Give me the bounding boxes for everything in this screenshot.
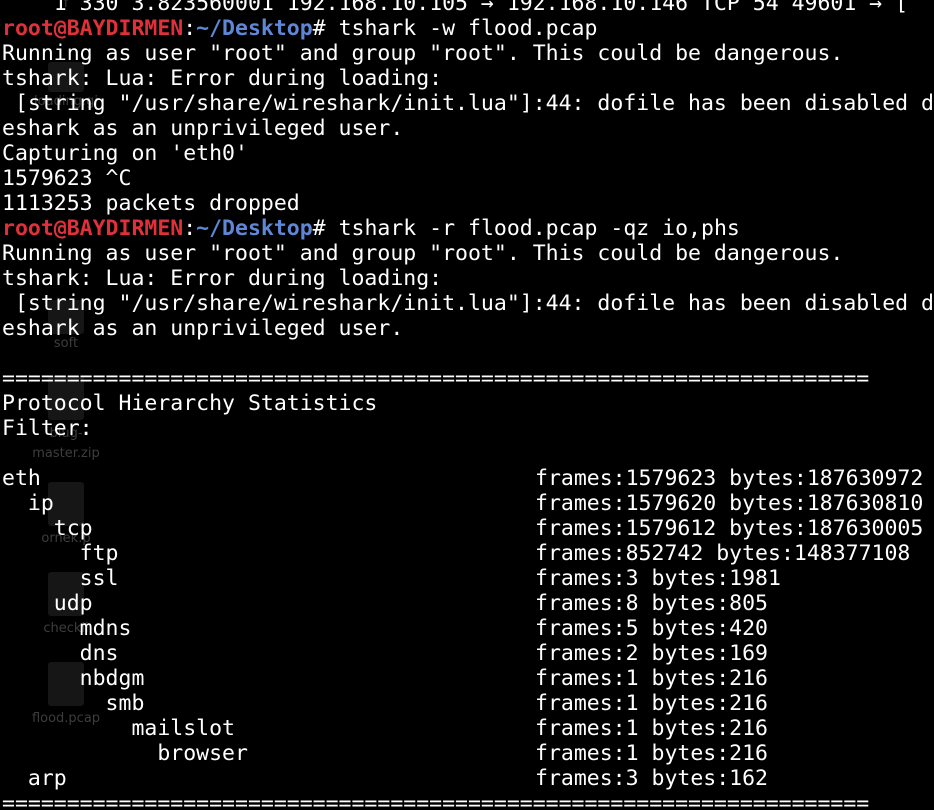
output-line: [string "/usr/share/wireshark/init.lua"]…	[2, 91, 934, 116]
protocol-name: ftp	[2, 541, 119, 566]
protocol-row: arp frames:3 bytes:162	[2, 766, 934, 791]
protocol-name: ssl	[2, 566, 119, 591]
protocol-row: ip frames:1579620 bytes:187630810	[2, 491, 934, 516]
protocol-name: udp	[2, 591, 93, 616]
protocol-stats: frames:3 bytes:1981	[535, 566, 781, 591]
protocol-stats: frames:1579620 bytes:187630810	[535, 491, 924, 516]
protocol-stats: frames:5 bytes:420	[535, 616, 768, 641]
protocol-name: nbdgm	[2, 666, 145, 691]
prompt-user-host: root@BAYDIRMEN	[2, 216, 184, 241]
protocol-row: smb frames:1 bytes:216	[2, 691, 934, 716]
protocol-name: mailslot	[2, 716, 235, 741]
protocol-row: tcp frames:1579612 bytes:187630005	[2, 516, 934, 541]
output-line: 1113253 packets dropped	[2, 191, 300, 216]
phs-filter: Filter:	[2, 416, 93, 441]
terminal-window[interactable]: f loading.gi soft blug- master.zip ornek…	[0, 0, 934, 810]
command-text: tshark -w flood.pcap	[338, 16, 598, 41]
protocol-row: udp frames:8 bytes:805	[2, 591, 934, 616]
protocol-row: nbdgm frames:1 bytes:216	[2, 666, 934, 691]
protocol-hierarchy-table: eth frames:1579623 bytes:187630972 ip fram…	[2, 466, 934, 791]
output-line: Running as user "root" and group "root".…	[2, 241, 844, 266]
output-line: [string "/usr/share/wireshark/init.lua"]…	[2, 291, 934, 316]
protocol-name: mdns	[2, 616, 132, 641]
protocol-name: eth	[2, 466, 41, 491]
protocol-row: mailslot frames:1 bytes:216	[2, 716, 934, 741]
prompt-path: ~/Desktop	[196, 16, 313, 41]
protocol-row: ftp frames:852742 bytes:148377108	[2, 541, 934, 566]
protocol-stats: frames:8 bytes:805	[535, 591, 768, 616]
protocol-stats: frames:1579612 bytes:187630005	[535, 516, 924, 541]
terminal-output: 1 330 3.823560001 192.168.10.105 → 192.1…	[2, 0, 934, 810]
output-line: Capturing on 'eth0'	[2, 141, 248, 166]
protocol-stats: frames:852742 bytes:148377108	[535, 541, 911, 566]
prompt-user-host: root@BAYDIRMEN	[2, 16, 184, 41]
protocol-stats: frames:1 bytes:216	[535, 716, 768, 741]
prompt-symbol: #	[312, 16, 339, 41]
output-line: 1 330 3.823560001 192.168.10.105 → 192.1…	[2, 0, 909, 16]
protocol-row: dns frames:2 bytes:169	[2, 641, 934, 666]
protocol-name: smb	[2, 691, 145, 716]
protocol-stats: frames:1579623 bytes:187630972	[535, 466, 924, 491]
protocol-stats: frames:1 bytes:216	[535, 666, 768, 691]
protocol-row: ssl frames:3 bytes:1981	[2, 566, 934, 591]
prompt-colon: :	[183, 216, 197, 241]
protocol-name: browser	[2, 741, 248, 766]
output-line: 1579623 ^C	[2, 166, 132, 191]
separator-line: ========================================…	[2, 791, 870, 810]
phs-title: Protocol Hierarchy Statistics	[2, 391, 378, 416]
prompt-line: root@BAYDIRMEN:~/Desktop# tshark -r floo…	[2, 216, 934, 241]
prompt-line: root@BAYDIRMEN:~/Desktop# tshark -w floo…	[2, 16, 934, 41]
prompt-path: ~/Desktop	[196, 216, 313, 241]
protocol-row: mdns frames:5 bytes:420	[2, 616, 934, 641]
prompt-colon: :	[183, 16, 197, 41]
protocol-name: ip	[2, 491, 54, 516]
protocol-stats: frames:1 bytes:216	[535, 691, 768, 716]
output-line: Running as user "root" and group "root".…	[2, 41, 844, 66]
separator-line: ========================================…	[2, 366, 870, 391]
output-line: tshark: Lua: Error during loading:	[2, 66, 443, 91]
protocol-name: arp	[2, 766, 67, 791]
protocol-stats: frames:2 bytes:169	[535, 641, 768, 666]
output-line: eshark as an unprivileged user.	[2, 116, 404, 141]
output-line: tshark: Lua: Error during loading:	[2, 266, 443, 291]
protocol-name: dns	[2, 641, 119, 666]
protocol-name: tcp	[2, 516, 93, 541]
output-line: eshark as an unprivileged user.	[2, 316, 404, 341]
protocol-stats: frames:3 bytes:162	[535, 766, 768, 791]
command-text: tshark -r flood.pcap -qz io,phs	[338, 216, 740, 241]
protocol-row: browser frames:1 bytes:216	[2, 741, 934, 766]
prompt-symbol: #	[312, 216, 339, 241]
protocol-row: eth frames:1579623 bytes:187630972	[2, 466, 934, 491]
protocol-stats: frames:1 bytes:216	[535, 741, 768, 766]
